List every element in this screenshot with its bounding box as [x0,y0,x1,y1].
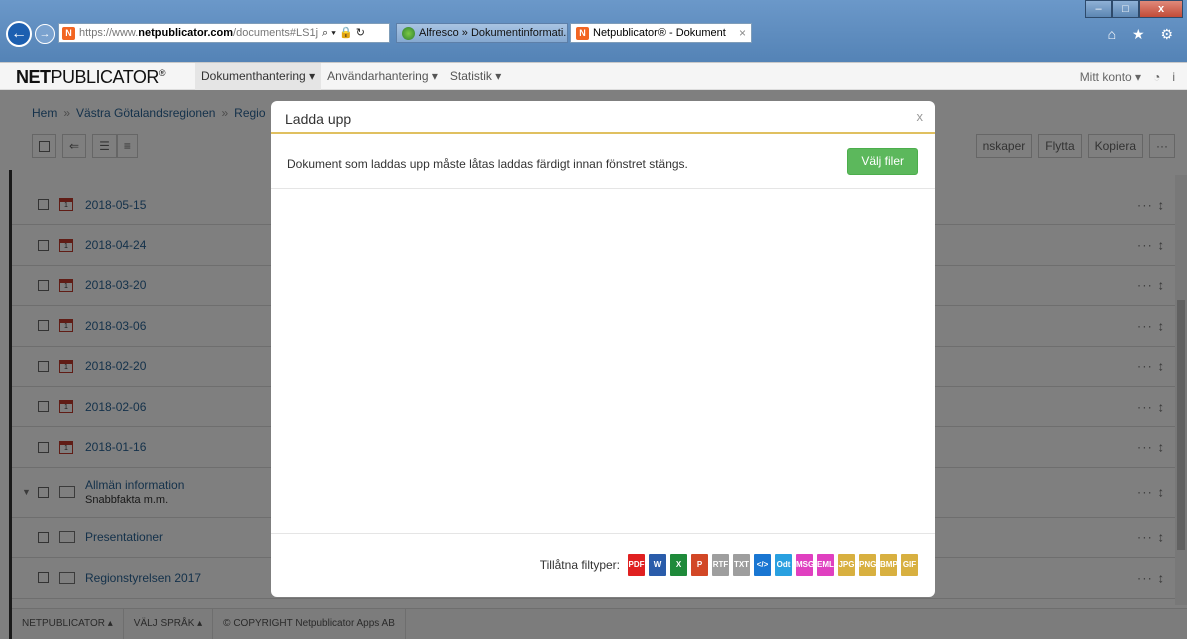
address-tools-icons[interactable]: ⌕ ▾ 🔒 ↻ [322,26,365,40]
allowed-filetypes: Tillåtna filtyper: PDF W X P RTF TXT </> Odt MSG… [540,554,918,576]
-filetype-icon: </> [754,554,771,576]
url-host: netpublicator.com [138,27,234,39]
minimize-button[interactable]: – [1085,0,1112,18]
gauge-icon[interactable]: ◔ [1153,70,1160,84]
upload-dialog: Ladda upp x Dokument som laddas upp måst… [271,101,935,597]
msg-filetype-icon: MSG [796,554,814,576]
maximize-button[interactable]: □ [1112,0,1139,18]
jpg-filetype-icon: JPG [838,554,855,576]
dialog-header: Ladda upp x [271,101,935,134]
pdf-filetype-icon: PDF [628,554,645,576]
site-favicon-icon: N [62,26,75,40]
tab-alfresco[interactable]: Alfresco » Dokumentinformati... [396,23,568,43]
odt-filetype-icon: Odt [775,554,792,576]
netpublicator-logo[interactable]: NETPUBLICATOR® [16,67,166,88]
select-files-button[interactable]: Välj filer [847,148,918,175]
tab-close-icon[interactable]: × [739,26,746,40]
txt-filetype-icon: TXT [733,554,750,576]
menu-anvandarhantering[interactable]: Användarhantering ▾ [321,63,444,90]
window-controls: – □ x [1085,0,1183,18]
close-window-button[interactable]: x [1139,0,1183,18]
upload-message: Dokument som laddas upp måste låtas ladd… [287,157,688,171]
alfresco-favicon-icon [402,26,415,40]
netpublicator-favicon-icon: N [576,26,589,40]
gif-filetype-icon: GIF [901,554,918,576]
png-filetype-icon: PNG [859,554,876,576]
dialog-title: Ladda upp [285,111,352,127]
menu-statistik[interactable]: Statistik ▾ [444,63,507,90]
dialog-footer: Tillåtna filtyper: PDF W X P RTF TXT </> Odt MSG… [271,533,935,597]
address-bar[interactable]: N https://www. netpublicator.com/document… [58,23,390,43]
dialog-info-bar: Dokument som laddas upp måste låtas ladd… [271,136,935,189]
rtf-filetype-icon: RTF [712,554,729,576]
back-arrow-icon[interactable]: ← [6,21,32,47]
tab-netpublicator[interactable]: N Netpublicator® - Dokument × [570,23,752,43]
eml-filetype-icon: EML [817,554,834,576]
info-icon[interactable]: i [1172,70,1175,84]
menu-dokumenthantering[interactable]: Dokumenthantering ▾ [195,63,322,90]
forward-arrow-icon[interactable]: → [35,24,55,44]
my-account-menu[interactable]: Mitt konto ▾ [1080,70,1141,84]
p-filetype-icon: P [691,554,708,576]
url-path: /documents#LS1j [233,27,319,39]
browser-toolbar-icons[interactable]: ⌂ ★ ⚙ [1108,26,1179,43]
allowed-filetypes-label: Tillåtna filtyper: [539,558,620,572]
tab-label: Alfresco » Dokumentinformati... [419,27,568,39]
main-menu: Dokumenthantering ▾ Användarhantering ▾ … [195,63,507,90]
bmp-filetype-icon: BMP [880,554,898,576]
x-filetype-icon: X [670,554,687,576]
w-filetype-icon: W [649,554,666,576]
app-navbar: NETPUBLICATOR® Dokumenthantering ▾ Använ… [0,62,1187,90]
url-scheme: https://www. [79,27,139,39]
tab-label: Netpublicator® - Dokument [593,27,726,39]
browser-chrome: – □ x ← → N https://www. netpublicator.co… [0,0,1187,62]
close-icon[interactable]: x [917,109,924,124]
account-nav: Mitt konto ▾ ◔ i [1068,63,1175,90]
